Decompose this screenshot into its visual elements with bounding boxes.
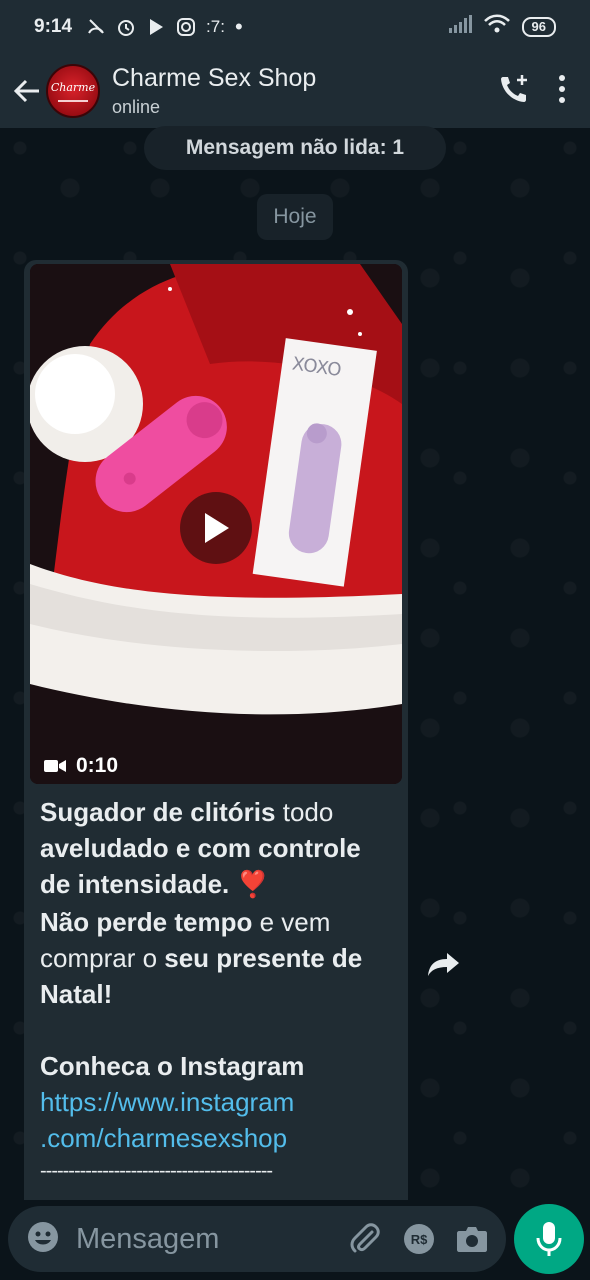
- contact-name: Charme Sex Shop: [112, 64, 317, 92]
- camera-icon: [457, 1227, 487, 1252]
- video-thumbnail[interactable]: XOXO 0:10: [30, 264, 402, 784]
- arrow-left-icon: [13, 79, 39, 103]
- more-notifications-dot: •: [234, 14, 243, 39]
- video-duration-text: 0:10: [76, 754, 119, 777]
- message-paragraph-2: Não perde tempo e vem comprar o seu pres…: [40, 904, 392, 1012]
- alarm-icon: [116, 17, 136, 37]
- signal-icon: [448, 15, 472, 39]
- message-input[interactable]: Mensagem: [76, 1223, 326, 1256]
- instagram-icon: [176, 17, 196, 37]
- message-spacer: [40, 1012, 392, 1048]
- attach-button[interactable]: [348, 1222, 382, 1256]
- back-button[interactable]: [4, 68, 50, 114]
- avatar-logo-text: Charme: [50, 80, 96, 94]
- chat-area[interactable]: Mensagem não lida: 1 Hoje XOXO 0:10 Suga…: [0, 126, 590, 1220]
- camera-button[interactable]: [456, 1225, 488, 1253]
- play-store-icon: [146, 17, 166, 37]
- status-bar: 9:14 :7: • 96: [0, 0, 590, 54]
- status-notification-icons: :7: •: [86, 14, 243, 39]
- avatar-logo-underline: [58, 99, 88, 102]
- message-bold-text: Não perde tempo: [40, 907, 253, 937]
- message-separator: ----------------------------------------…: [40, 1160, 273, 1182]
- message-bubble[interactable]: XOXO 0:10 Sugador de clitóris todo avelu…: [24, 260, 408, 1220]
- message-input-field[interactable]: Mensagem R$: [8, 1206, 506, 1272]
- message-bold-text: aveludado e com controle de intensidade.: [40, 833, 361, 899]
- kebab-menu-icon: [559, 74, 565, 103]
- play-icon: [205, 513, 229, 543]
- missed-call-icon: [86, 17, 106, 37]
- unread-banner: Mensagem não lida: 1: [144, 126, 446, 170]
- status-time: 9:14: [34, 16, 73, 37]
- date-chip: Hoje: [257, 194, 333, 240]
- status-extra-text: :7:: [206, 17, 225, 36]
- battery-indicator: 96: [521, 17, 556, 37]
- emoji-button[interactable]: [26, 1220, 60, 1259]
- contact-info[interactable]: Charme Sex Shop online: [112, 64, 316, 118]
- wifi-icon: [483, 14, 510, 40]
- message-text: Sugador de clitóris todo aveludado e com…: [30, 784, 402, 1186]
- phone-plus-icon: [501, 74, 527, 102]
- avatar[interactable]: Charme: [46, 64, 100, 118]
- paperclip-icon: [350, 1223, 380, 1253]
- link-line-1[interactable]: https://www.instagram: [40, 1087, 294, 1117]
- voice-record-button[interactable]: [514, 1204, 584, 1274]
- message-paragraph-1: Sugador de clitóris todo aveludado e com…: [40, 794, 392, 902]
- payment-button[interactable]: R$: [404, 1224, 434, 1254]
- message-bold-text: Sugador de clitóris: [40, 797, 276, 827]
- forward-arrow-icon: [428, 953, 459, 976]
- chat-header: Charme Charme Sex Shop online: [0, 54, 590, 128]
- forward-button[interactable]: [424, 944, 464, 984]
- heart-exclamation-icon: ❣️: [236, 869, 269, 899]
- input-bar: Mensagem R$: [0, 1200, 590, 1280]
- currency-icon: R$: [404, 1224, 434, 1254]
- play-button[interactable]: [180, 492, 252, 564]
- more-options-button[interactable]: [558, 74, 566, 109]
- instagram-link[interactable]: https://www.instagram .com/charmesexshop: [40, 1084, 392, 1156]
- message-normal-text: todo: [275, 797, 334, 827]
- contact-status: online: [112, 97, 161, 117]
- message-bold-text: Conheca o Instagram: [40, 1051, 305, 1081]
- message-paragraph-3: Conheca o Instagram: [40, 1048, 392, 1084]
- video-duration: 0:10: [44, 754, 118, 778]
- emoji-icon: [28, 1221, 58, 1252]
- add-call-button[interactable]: [498, 73, 530, 110]
- link-line-2[interactable]: .com/charmesexshop: [40, 1123, 287, 1153]
- microphone-icon: [536, 1222, 562, 1256]
- video-camera-icon: [44, 760, 66, 772]
